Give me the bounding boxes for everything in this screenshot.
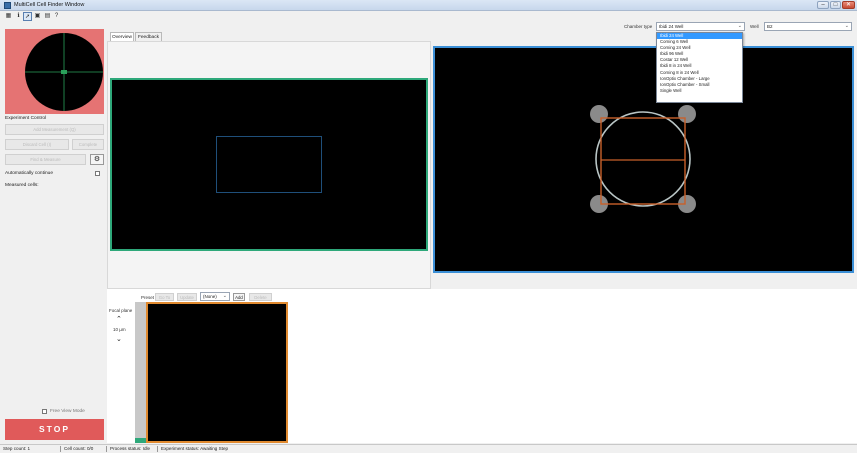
chevron-down-icon: ⌄: [844, 23, 849, 29]
preset-label: Preset: [141, 295, 155, 300]
update-button[interactable]: Update: [177, 293, 197, 301]
delete-preset-button[interactable]: Delete: [249, 293, 272, 301]
auto-continue-label: Automatically continue: [5, 171, 53, 176]
chamber-type-value: Ibidi 24 Well: [659, 24, 684, 29]
live-view-scroll-indicator: [135, 438, 146, 443]
well-corner-marker: [678, 105, 696, 123]
focal-plane-value: 10 µm: [113, 327, 126, 332]
well-select[interactable]: B2 ⌄: [764, 22, 852, 31]
position-compass: [25, 33, 103, 111]
preset-select[interactable]: (None) ⌄: [200, 292, 230, 301]
focus-down-button[interactable]: ⌄: [116, 335, 122, 343]
complete-button[interactable]: Complete: [72, 139, 104, 150]
live-camera-view[interactable]: [146, 302, 288, 443]
auto-continue-checkbox[interactable]: [95, 171, 100, 176]
chamber-type-dropdown[interactable]: Ibidi 24 Well Corning 6 Well Corning 24 …: [656, 32, 743, 103]
experiment-status: Experiment status: Awaiting Step: [161, 446, 229, 451]
app-icon: [4, 2, 11, 9]
status-separator: [60, 446, 61, 452]
measured-cells-label: Measured cells:: [5, 183, 39, 188]
find-measure-button[interactable]: Find & Measure: [5, 154, 86, 165]
position-indicator: [5, 29, 104, 114]
minimize-button[interactable]: –: [817, 1, 829, 9]
chevron-down-icon: ⌄: [116, 336, 122, 343]
add-preset-button[interactable]: Add: [233, 293, 245, 301]
well-circle: [595, 111, 691, 207]
compass-position-marker: [61, 70, 67, 74]
title-bar: [0, 0, 857, 11]
save-icon[interactable]: ▣: [33, 12, 42, 21]
focus-up-button[interactable]: ⌃: [116, 315, 122, 323]
save-as-icon[interactable]: ▤: [43, 12, 52, 21]
step-count: Step count: 1: [3, 446, 31, 451]
field-of-view-rect: [216, 136, 322, 193]
help-icon[interactable]: ?: [52, 12, 61, 21]
stop-button[interactable]: STOP: [5, 419, 104, 440]
well-corner-marker: [590, 105, 608, 123]
free-view-checkbox[interactable]: [42, 409, 47, 414]
chamber-type-label: Chamber type: [624, 24, 653, 29]
well-plate-map: [590, 105, 696, 213]
chevron-down-icon: ⌄: [222, 293, 227, 299]
well-value: B2: [767, 24, 773, 29]
focal-plane-label: Focal plane: [109, 308, 133, 313]
chamber-map-view[interactable]: [433, 46, 854, 273]
process-status: Process status: Idle: [110, 446, 151, 451]
overview-camera-view[interactable]: [110, 78, 428, 251]
discard-cell-button[interactable]: Discard Cell (I): [5, 139, 69, 150]
status-separator: [106, 446, 107, 452]
settings-button[interactable]: ⚙: [90, 154, 104, 165]
window-title: MultiCell Cell Finder Window: [14, 2, 85, 8]
free-view-label: Free View Mode: [50, 409, 85, 414]
dropdown-option[interactable]: Single Well: [657, 88, 742, 94]
cell-count: Cell count: 0/0: [64, 446, 94, 451]
chevron-down-icon: ⌄: [737, 23, 742, 29]
maximize-button[interactable]: □: [830, 1, 841, 9]
close-button[interactable]: ✕: [842, 1, 855, 9]
chamber-type-select[interactable]: Ibidi 24 Well ⌄: [656, 22, 745, 31]
preset-value: (None): [203, 294, 217, 299]
tab-overview[interactable]: Overview: [110, 32, 134, 41]
status-bar: Step count: 1 Cell count: 0/0 Process st…: [0, 444, 857, 453]
pointer-icon[interactable]: ➚: [23, 12, 32, 21]
go-to-button[interactable]: Go To: [155, 293, 174, 301]
gear-icon: ⚙: [93, 156, 101, 163]
live-view-scrollbar[interactable]: [135, 302, 146, 443]
chevron-up-icon: ⌃: [116, 316, 122, 323]
experiment-control-label: Experiment Control: [5, 116, 47, 121]
add-measurement-button[interactable]: Add Measurement (Q): [5, 124, 104, 135]
tab-feedback[interactable]: Feedback: [135, 32, 162, 41]
status-separator: [157, 446, 158, 452]
info-icon[interactable]: ℹ: [14, 12, 23, 21]
well-label: Well: [750, 24, 759, 29]
grid-icon[interactable]: ▦: [4, 12, 13, 21]
